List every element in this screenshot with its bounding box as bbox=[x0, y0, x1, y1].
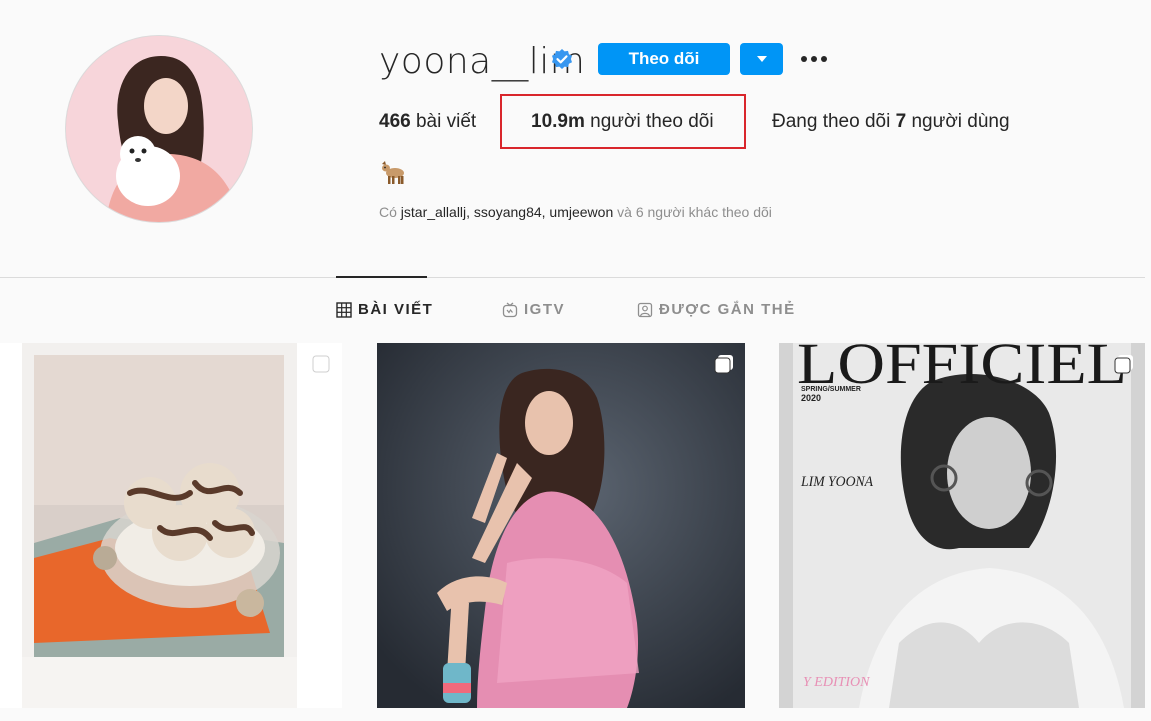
following-count-link[interactable]: Đang theo dõi 7 người dùng bbox=[772, 110, 1010, 134]
posts-count: 466 bbox=[379, 111, 411, 132]
following-prefix: Đang theo dõi bbox=[772, 111, 891, 132]
tab-tagged-label: ĐƯỢC GẮN THẺ bbox=[659, 301, 796, 318]
post-thumbnail[interactable]: LOFFICIEL SPRING/SUMMER 2020 LIM YOONA Y… bbox=[779, 343, 1145, 708]
tab-posts-label: BÀI VIẾT bbox=[358, 301, 434, 318]
verified-badge-icon bbox=[552, 49, 572, 69]
followed-by-prefix: Có bbox=[379, 204, 397, 220]
suggested-dropdown-button[interactable] bbox=[740, 43, 783, 75]
goat-emoji-icon bbox=[382, 161, 404, 184]
tab-posts[interactable]: BÀI VIẾT bbox=[336, 301, 433, 318]
following-count: 7 bbox=[895, 111, 907, 132]
ellipsis-icon bbox=[801, 56, 827, 62]
followed-by-accounts[interactable]: jstar_allallj, ssoyang84, umjeewon bbox=[401, 204, 613, 220]
posts-count-stat: 466 bài viết bbox=[379, 110, 476, 134]
followed-by-suffix: và 6 người khác theo dõi bbox=[617, 204, 772, 220]
multi-post-icon bbox=[714, 355, 733, 374]
magazine-cover-line-text: LIM YOONA bbox=[800, 474, 874, 490]
followed-by-text: Có jstar_allallj, ssoyang84, umjeewon và… bbox=[379, 204, 772, 220]
profile-divider bbox=[0, 277, 1145, 278]
magazine-year-text: 2020 bbox=[801, 393, 821, 403]
highlight-box bbox=[500, 94, 746, 149]
tab-igtv[interactable]: IGTV bbox=[502, 301, 565, 318]
multi-post-icon bbox=[312, 355, 330, 373]
igtv-icon bbox=[502, 302, 518, 317]
posts-label: bài viết bbox=[415, 111, 477, 132]
active-tab-indicator bbox=[336, 276, 427, 278]
post-image bbox=[377, 343, 745, 708]
more-options-button[interactable] bbox=[797, 44, 831, 74]
post-image bbox=[0, 343, 342, 708]
post-thumbnail[interactable] bbox=[0, 343, 342, 708]
profile-avatar[interactable] bbox=[65, 35, 253, 223]
magazine-badge-text: Y EDITION bbox=[803, 675, 870, 690]
tab-igtv-label: IGTV bbox=[524, 301, 566, 318]
caret-down-icon bbox=[756, 56, 767, 62]
magazine-season-text: SPRING/SUMMER bbox=[801, 386, 861, 393]
grid-icon bbox=[336, 301, 352, 318]
tagged-icon bbox=[637, 302, 653, 317]
post-thumbnail[interactable] bbox=[377, 343, 745, 708]
avatar-image bbox=[66, 36, 252, 222]
multi-post-icon bbox=[1114, 355, 1133, 374]
tab-tagged[interactable]: ĐƯỢC GẮN THẺ bbox=[637, 301, 796, 318]
post-image: LOFFICIEL SPRING/SUMMER 2020 LIM YOONA Y… bbox=[779, 343, 1145, 708]
following-suffix: người dùng bbox=[911, 111, 1010, 132]
follow-button[interactable]: Theo dõi bbox=[598, 43, 730, 75]
